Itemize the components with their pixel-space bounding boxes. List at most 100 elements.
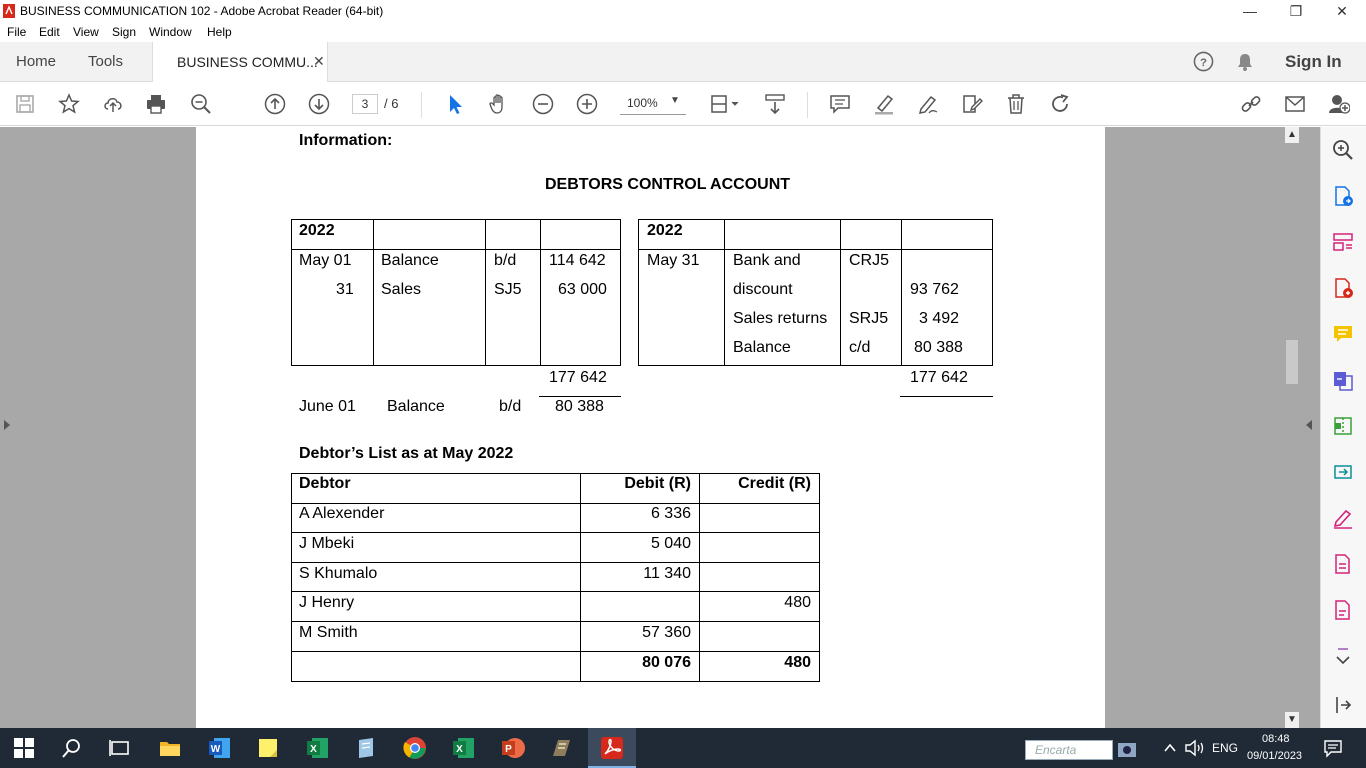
vertical-scrollbar[interactable]: ▲ ▼ [1284,127,1300,728]
acrobat-taskbar-button[interactable] [588,728,636,768]
menu-edit[interactable]: Edit [39,25,60,39]
previous-page-icon[interactable] [262,91,288,117]
notifications-icon[interactable] [1323,738,1343,758]
compress-icon[interactable] [1332,415,1354,437]
sign-pen-icon[interactable] [915,91,941,117]
list-header-credit: Credit (R) [738,475,811,492]
save-icon[interactable] [12,91,38,117]
expand-right-panel-icon[interactable] [1306,420,1312,430]
credit-total-underline [900,396,993,397]
menu-help[interactable]: Help [207,25,232,39]
debit-row-amount: 63 000 [558,281,607,298]
tab-bar: Home Tools BUSINESS COMMU... ✕ ? Sign In [0,42,1366,83]
protect-pdf-icon[interactable] [1332,599,1354,621]
list-row-debtor: J Henry [299,594,355,611]
create-pdf-icon[interactable] [1332,277,1354,299]
help-icon[interactable]: ? [1193,51,1214,72]
combine-files-icon[interactable] [1332,369,1354,391]
email-icon[interactable] [1282,91,1308,117]
bell-icon[interactable] [1235,52,1255,72]
trash-icon[interactable] [1003,91,1029,117]
encarta-icon[interactable] [1117,740,1137,760]
close-tab-icon[interactable]: ✕ [313,53,325,70]
select-cursor-icon[interactable] [442,91,468,117]
sticky-notes-icon[interactable] [256,736,280,760]
edit-pdf-icon[interactable] [1332,553,1354,575]
page-number-input[interactable]: 3 [352,94,378,114]
language-indicator[interactable]: ENG [1212,741,1238,755]
menu-sign[interactable]: Sign [112,25,136,39]
zoom-out-icon[interactable] [530,91,556,117]
notepad-icon[interactable] [354,736,378,760]
file-explorer-icon[interactable] [158,736,182,760]
tab-home[interactable]: Home [16,42,56,82]
print-icon[interactable] [143,91,169,117]
windows-start-icon[interactable] [12,736,36,760]
restore-button[interactable]: ❐ [1273,0,1319,22]
carried-amount: 80 388 [555,398,604,415]
close-window-button[interactable]: ✕ [1319,0,1365,22]
chevron-down-icon: ▼ [670,95,680,106]
zoom-search-icon[interactable] [188,91,214,117]
scroll-up-arrow-icon[interactable]: ▲ [1285,127,1299,143]
clock-time[interactable]: 08:48 [1262,733,1290,745]
zoom-value: 100% [627,96,658,110]
sign-in-link[interactable]: Sign In [1285,52,1342,72]
search-icon[interactable] [60,736,84,760]
page-layout-icon[interactable] [708,91,742,117]
bookmark-star-icon[interactable] [56,91,82,117]
hand-tool-icon[interactable] [486,91,512,117]
fill-sign-icon[interactable] [1332,507,1354,529]
organize-pages-icon[interactable] [1332,231,1354,253]
zoom-in-icon[interactable] [574,91,600,117]
menu-file[interactable]: File [7,25,26,39]
credit-row-amount: 80 388 [914,339,963,356]
task-view-icon[interactable] [108,736,132,760]
list-total-credit: 480 [784,654,811,671]
highlight-pen-icon[interactable] [871,91,897,117]
send-for-review-icon[interactable] [1332,461,1354,483]
credit-col-rule [840,219,841,366]
credit-year: 2022 [647,222,683,239]
clock-date[interactable]: 09/01/2023 [1247,750,1302,762]
add-user-icon[interactable] [1326,91,1352,117]
list-heading: Debtor’s List as at May 2022 [299,445,514,462]
word-icon[interactable]: W [208,736,232,760]
excel-icon[interactable]: X [306,736,330,760]
menu-window[interactable]: Window [149,25,192,39]
scroll-mode-icon[interactable] [762,91,788,117]
minimize-button[interactable]: — [1227,0,1273,22]
collapse-panel-icon[interactable] [1332,694,1354,716]
acrobat-app-icon [3,4,15,18]
tab-document[interactable]: BUSINESS COMMU... ✕ [152,42,328,83]
export-pdf-icon[interactable] [1332,185,1354,207]
next-page-icon[interactable] [306,91,332,117]
more-tools-chevron-icon[interactable] [1332,645,1354,667]
chevron-up-icon[interactable] [1162,740,1178,756]
scroll-down-arrow-icon[interactable]: ▼ [1285,712,1299,728]
search-zoom-icon[interactable] [1332,139,1354,161]
edit-text-icon[interactable] [959,91,985,117]
list-total-debit: 80 076 [642,654,691,671]
expand-left-panel-icon[interactable] [4,420,10,430]
chrome-icon[interactable] [403,736,427,760]
scroll-thumb[interactable] [1286,340,1298,384]
debit-row-date: May 01 [299,252,352,269]
zoom-select[interactable]: 100% ▼ [620,93,686,115]
menu-view[interactable]: View [73,25,99,39]
list-row-debit: 11 340 [643,565,691,582]
upload-cloud-icon[interactable] [100,91,126,117]
comment-icon[interactable] [827,91,853,117]
comment-tool-icon[interactable] [1332,323,1354,345]
credit-col-rule [901,219,902,366]
excel-icon-2[interactable]: X [452,736,476,760]
credit-row-folio: CRJ5 [849,252,890,269]
volume-icon[interactable] [1184,738,1206,758]
app-shortcut-icon[interactable] [550,736,574,760]
encarta-search-box[interactable]: Encarta [1025,740,1113,760]
powerpoint-icon[interactable]: P [501,736,525,760]
rotate-icon[interactable] [1047,91,1073,117]
share-link-icon[interactable] [1238,91,1264,117]
tab-tools[interactable]: Tools [88,42,123,82]
debit-col-rule [485,219,486,366]
